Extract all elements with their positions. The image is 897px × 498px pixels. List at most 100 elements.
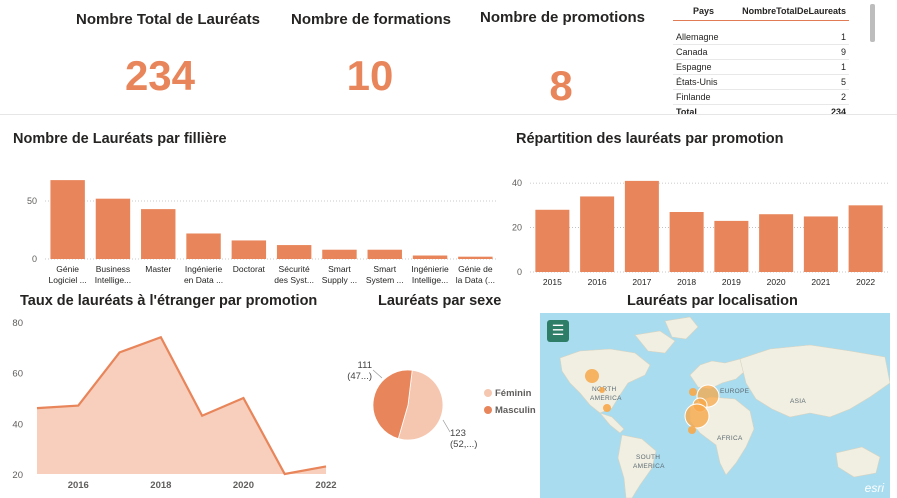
map-bubble[interactable] [599, 387, 605, 393]
bar [412, 255, 448, 259]
table-header[interactable]: Pays [673, 4, 727, 21]
bar [231, 240, 267, 259]
table-row[interactable]: Allemagne 1 [673, 29, 849, 45]
bar [580, 196, 615, 272]
y-tick-label: 50 [27, 196, 37, 206]
bar [624, 180, 659, 272]
x-tick-label: 2022 [315, 480, 336, 491]
legend-label: Féminin [495, 388, 532, 399]
kpi-title-formations: Nombre de formations [291, 11, 452, 28]
legend-marker [484, 406, 492, 414]
table-row[interactable]: Canada 9 [673, 44, 849, 60]
bar [848, 205, 883, 272]
table-scrollbar[interactable] [870, 4, 875, 42]
table-cell: Espagne [673, 59, 727, 75]
table-cell: Total [673, 104, 727, 120]
x-tick-label: Business [96, 264, 131, 274]
leader-line [372, 369, 383, 379]
map-bubble[interactable] [689, 388, 697, 396]
x-tick-label: Ingénierie [411, 264, 449, 274]
x-tick-label: Sécurité [279, 264, 310, 274]
bar [759, 214, 794, 272]
y-tick-label: 20 [512, 223, 522, 233]
table-row[interactable]: Finlande 2 [673, 89, 849, 105]
legend-marker [484, 389, 492, 397]
x-tick-label: Génie [56, 264, 79, 274]
kpi-title-promotions: Nombre de promotions [480, 9, 646, 26]
chart-title-etranger: Taux de lauréats à l'étranger par promot… [20, 293, 318, 309]
table-cell: États-Unis [673, 74, 727, 90]
bar [322, 249, 357, 259]
table-total-row: Total 234 [673, 104, 849, 120]
x-tick-label: la Data (... [456, 275, 495, 285]
map-bubble[interactable] [684, 403, 710, 429]
map-bubble[interactable] [585, 369, 599, 383]
chart-title-filiere: Nombre de Lauréats par fillière [13, 131, 227, 147]
table-cell: 2 [726, 89, 849, 105]
x-tick-label: des Syst... [274, 275, 314, 285]
x-tick-label: Intellige... [95, 275, 131, 285]
map-bubbles [585, 369, 720, 434]
chart-promotion: 0 20 40 2015 2016 2017 2018 2019 2020 2021 2022 [512, 178, 888, 287]
y-tick-label: 60 [12, 369, 23, 380]
map-bubble[interactable] [688, 426, 696, 434]
table-header[interactable]: NombreTotalDeLaureats [726, 4, 849, 21]
x-tick-label: 2017 [632, 277, 651, 287]
x-tick-label: Ingénierie [185, 264, 223, 274]
x-tick-label: Génie de [458, 264, 493, 274]
x-tick-label: Intellige... [412, 275, 448, 285]
kpi-title-total: Nombre Total de Lauréats [76, 11, 260, 28]
table-cell: 9 [726, 44, 849, 60]
x-tick-label: Doctorat [233, 264, 266, 274]
table-cell: Finlande [673, 89, 727, 105]
x-tick-label: 2018 [150, 480, 171, 491]
x-tick-label: 2021 [811, 277, 830, 287]
x-tick-label: en Data ... [184, 275, 223, 285]
map-localisation[interactable]: ☰ NORTH AMERICA EUROPE ASIA AFRICA SOUTH… [540, 313, 890, 498]
esri-attribution: esri [864, 481, 884, 495]
table-cell: 234 [726, 104, 849, 120]
chart-title-localisation: Lauréats par localisation [627, 293, 798, 309]
table-cell: Canada [673, 44, 727, 60]
x-tick-label: Smart [328, 264, 351, 274]
y-tick-label: 0 [517, 267, 522, 277]
x-tick-label: 2018 [677, 277, 696, 287]
chart-etranger: 20 40 60 80 2016 2018 2020 2022 [12, 318, 336, 491]
x-tick-label: 2020 [767, 277, 786, 287]
y-tick-label: 80 [12, 318, 23, 329]
bar [803, 216, 838, 272]
table-row[interactable]: Espagne 1 [673, 59, 849, 75]
data-label: 111 [358, 360, 372, 371]
map-bubble[interactable] [603, 404, 611, 412]
chart-title-promotion: Répartition des lauréats par promotion [516, 131, 784, 147]
table-cell: 1 [726, 29, 849, 45]
chart-title-sexe: Lauréats par sexe [378, 293, 502, 309]
legend-label: Masculin [495, 405, 536, 416]
table-cell: Allemagne [673, 29, 727, 45]
bar [50, 180, 85, 259]
chart-filiere: 050GénieLogiciel ...BusinessIntellige...… [27, 180, 498, 285]
y-tick-label: 40 [512, 178, 522, 188]
x-tick-label: 2020 [233, 480, 254, 491]
y-tick-label: 0 [32, 254, 37, 264]
bar [714, 220, 749, 272]
bar [276, 245, 312, 259]
table-cell: 5 [726, 74, 849, 90]
x-tick-label: 2015 [543, 277, 562, 287]
x-tick-label: 2016 [588, 277, 607, 287]
bar [367, 249, 402, 259]
data-label: (47...) [347, 371, 372, 382]
table-header-row: Pays NombreTotalDeLaureats [673, 4, 849, 21]
x-tick-label: 2019 [722, 277, 741, 287]
kpi-value-promotions: 8 [549, 62, 573, 109]
table-row[interactable]: États-Unis 5 [673, 74, 849, 90]
y-tick-label: 40 [12, 419, 23, 430]
x-tick-label: Master [145, 264, 171, 274]
country-table: Pays NombreTotalDeLaureats Allemagne 1 Ca… [673, 4, 849, 120]
bar [95, 198, 131, 259]
bar [535, 209, 570, 272]
y-tick-label: 20 [12, 470, 23, 481]
x-tick-label: System ... [366, 275, 404, 285]
chart-sexe: 123(52,...) 111(47...) Féminin Masculin [347, 360, 536, 450]
area-fill [37, 337, 326, 474]
